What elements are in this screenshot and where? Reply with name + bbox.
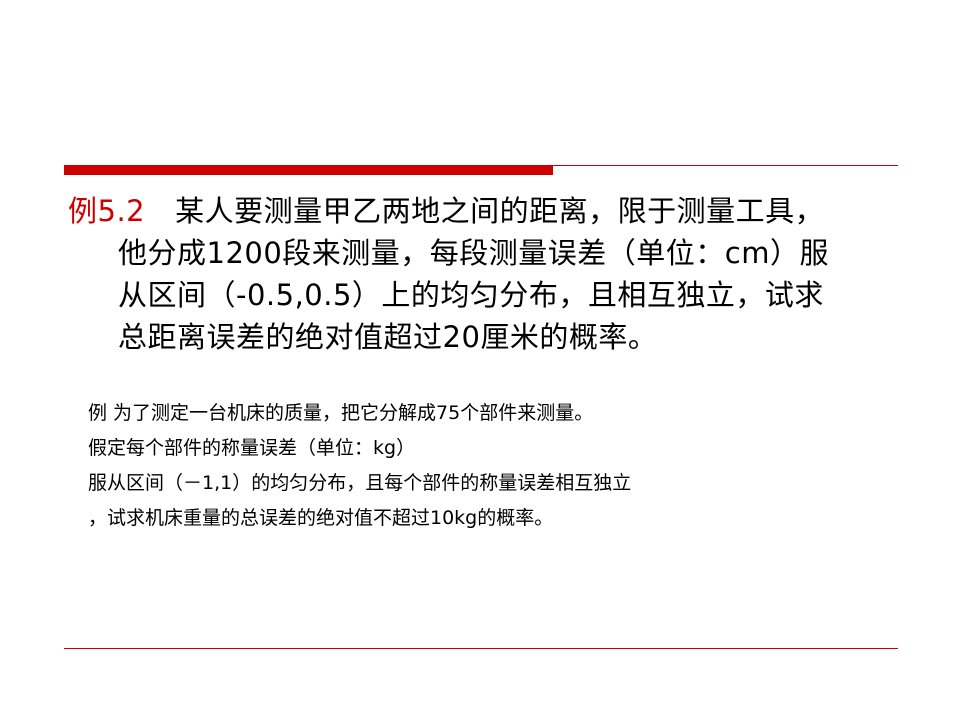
main-example-line: 从区间（-0.5,0.5）上的均匀分布，且相互独立，试求: [118, 278, 824, 312]
sub-example-line: ，试求机床重量的总误差的绝对值不超过10kg的概率。: [88, 507, 554, 529]
sub-example-line: 例 为了测定一台机床的质量，把它分解成75个部件来测量。: [88, 402, 594, 424]
main-example-line: 例5.2 某人要测量甲乙两地之间的距离，限于测量工具，: [68, 190, 898, 232]
main-example: 例5.2 某人要测量甲乙两地之间的距离，限于测量工具， 他分成1200段来测量，每…: [68, 190, 898, 358]
sub-example: 例 为了测定一台机床的质量，把它分解成75个部件来测量。 假定每个部件的称量误差…: [88, 396, 888, 536]
header-rule: [553, 165, 898, 166]
main-example-text: 某人要测量甲乙两地之间的距离，限于测量工具，: [175, 194, 825, 228]
main-example-line: 他分成1200段来测量，每段测量误差（单位：cm）服: [118, 236, 829, 270]
example-label: 例5.2: [68, 194, 146, 228]
footer-rule: [64, 648, 898, 649]
header-accent-bar: [64, 165, 553, 175]
sub-example-line: 假定每个部件的称量误差（单位：kg）: [88, 437, 416, 459]
main-example-line: 总距离误差的绝对值超过20厘米的概率。: [118, 320, 658, 354]
sub-example-line: 服从区间（－1,1）的均匀分布，且每个部件的称量误差相互独立: [88, 472, 632, 494]
